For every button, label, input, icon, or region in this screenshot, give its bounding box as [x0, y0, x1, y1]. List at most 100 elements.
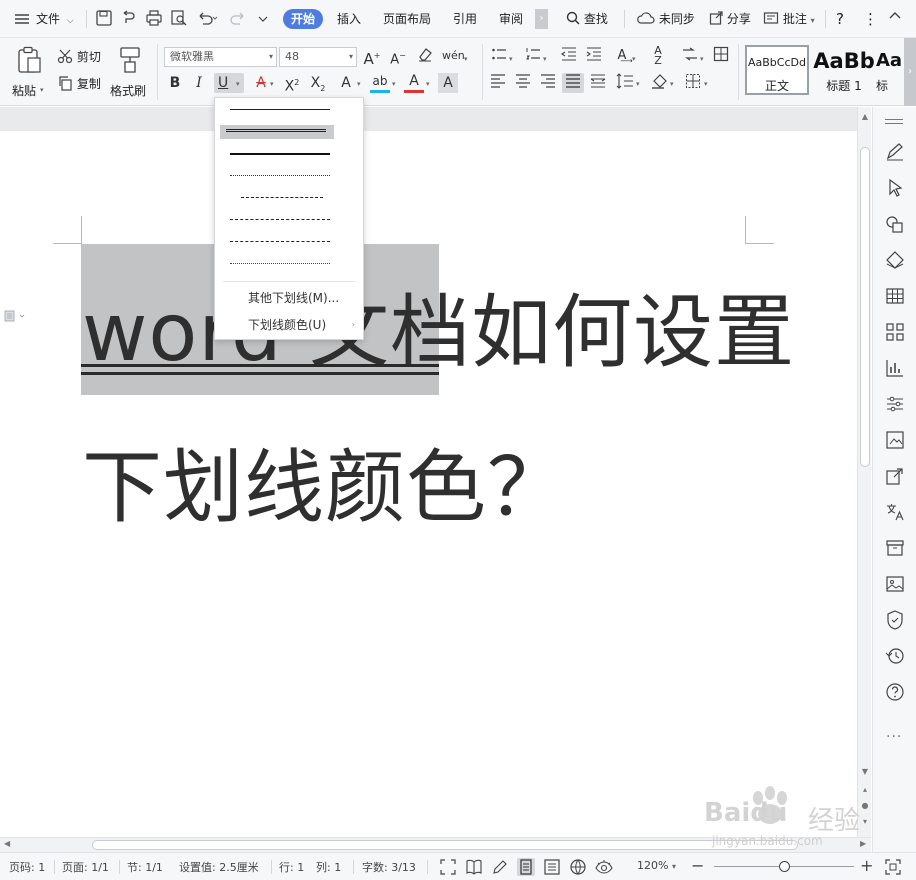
eye-protection-icon[interactable] — [595, 858, 613, 876]
write-mode-icon[interactable] — [491, 858, 509, 876]
tab-start[interactable]: 开始 — [283, 9, 324, 29]
grow-font-icon[interactable]: A+ — [362, 46, 382, 68]
reading-mode-icon[interactable] — [465, 858, 483, 876]
font-color-icon[interactable]: A — [404, 73, 424, 93]
align-center-icon[interactable] — [513, 73, 533, 93]
fit-window-icon[interactable] — [884, 858, 902, 876]
eraser-icon[interactable] — [415, 46, 435, 66]
zoom-out-button[interactable]: − — [691, 856, 704, 875]
tab-references[interactable]: 引用 — [453, 9, 477, 29]
tab-insert[interactable]: 插入 — [337, 9, 361, 29]
shrink-font-icon[interactable]: A− — [388, 46, 408, 67]
more-underlines-item[interactable]: 其他下划线(M)... — [215, 287, 363, 309]
superscript-icon[interactable]: X2 — [282, 73, 302, 95]
subscript-icon[interactable]: X2 — [308, 73, 328, 93]
help-icon[interactable]: ? — [836, 9, 844, 29]
chart-icon[interactable] — [884, 357, 906, 379]
strikethrough-icon[interactable]: A — [251, 73, 271, 93]
export-icon[interactable] — [120, 9, 140, 29]
numbered-list-icon[interactable] — [523, 46, 543, 66]
format-painter-button[interactable]: 格式刷 — [110, 44, 150, 100]
text-effect-icon[interactable]: A — [336, 73, 356, 93]
apps-grid-icon[interactable] — [884, 321, 906, 343]
customize-dropdown-icon[interactable] — [256, 9, 276, 29]
shapes-icon[interactable] — [884, 213, 906, 235]
bullet-list-icon[interactable] — [489, 46, 509, 66]
bold-icon[interactable]: B — [165, 73, 185, 93]
history-icon[interactable] — [884, 645, 906, 667]
status-setting[interactable]: 设置值: 2.5厘米 — [179, 859, 259, 875]
underline-option-dash-dot[interactable] — [225, 213, 330, 227]
copy-button[interactable]: 复制 — [57, 75, 101, 92]
sort-icon[interactable]: AZ — [648, 45, 668, 66]
layers-icon[interactable] — [884, 249, 906, 271]
chevron-right-icon[interactable]: › — [535, 9, 548, 29]
print-preview-icon[interactable] — [170, 9, 190, 29]
tab-review[interactable]: 审阅 — [499, 9, 523, 29]
find-button[interactable]: 查找 — [566, 9, 608, 29]
sync-status[interactable]: 未同步 — [637, 9, 695, 29]
tab-page-layout[interactable]: 页面布局 — [383, 9, 431, 29]
decrease-indent-icon[interactable] — [559, 46, 579, 66]
doc-title-line-2[interactable]: 下划线颜色？ — [82, 423, 568, 539]
zoom-in-button[interactable]: + — [860, 856, 873, 875]
outline-view-icon[interactable] — [543, 858, 561, 876]
undo-icon[interactable] — [196, 9, 218, 29]
vertical-scrollbar[interactable]: ▲ ▼ ▴ ● ▾ — [857, 107, 871, 837]
underline-option-wave[interactable] — [225, 257, 330, 271]
underline-option-dash-dot-dot[interactable] — [225, 235, 330, 249]
save-icon[interactable] — [95, 9, 115, 29]
highlight-icon[interactable]: ab — [370, 73, 390, 93]
sliders-icon[interactable] — [884, 393, 906, 415]
comment-button[interactable]: 批注 ▾ — [763, 9, 815, 29]
character-shading-icon[interactable]: A — [438, 73, 458, 93]
line-spacing-icon[interactable] — [615, 73, 635, 93]
zoom-level[interactable]: 120% ▾ — [637, 859, 676, 872]
increase-indent-icon[interactable] — [584, 46, 604, 66]
more-options-icon[interactable]: ⋮ — [863, 9, 878, 29]
align-left-icon[interactable] — [488, 73, 508, 93]
underline-option-dotted[interactable] — [225, 169, 330, 183]
pen-icon[interactable] — [884, 141, 906, 163]
shield-icon[interactable] — [884, 609, 906, 631]
hamburger-icon[interactable] — [14, 9, 30, 29]
web-view-icon[interactable] — [569, 858, 587, 876]
vertical-scroll-thumb[interactable] — [860, 147, 870, 467]
redo-icon[interactable] — [229, 9, 249, 29]
paragraph-handle-icon[interactable] — [4, 310, 26, 325]
underline-option-dashed[interactable] — [225, 191, 325, 205]
fullscreen-icon[interactable] — [439, 858, 457, 876]
paste-button[interactable]: 粘贴 ▾ — [12, 44, 46, 100]
style-heading-1[interactable]: AaBb 标题 1 — [812, 45, 876, 95]
status-column[interactable]: 列: 1 — [316, 859, 341, 875]
underline-option-double[interactable] — [220, 125, 334, 139]
scroll-up-icon[interactable]: ▲ — [858, 112, 872, 121]
status-page-number[interactable]: 页码: 1 — [9, 859, 45, 875]
status-page[interactable]: 页面: 1/1 — [62, 859, 109, 875]
style-heading-2[interactable]: Aa 标 — [876, 45, 904, 95]
table-icon[interactable] — [884, 285, 906, 307]
file-menu[interactable]: 文件 ⌵ — [36, 9, 74, 29]
help-circle-icon[interactable] — [884, 681, 906, 703]
styles-scroll-right-icon[interactable]: › — [904, 38, 916, 106]
share-button[interactable]: 分享 — [709, 9, 751, 29]
phonetic-guide-icon[interactable]: wén — [442, 46, 465, 66]
zoom-slider-knob[interactable] — [779, 861, 790, 872]
more-tools-icon[interactable]: ··· — [886, 729, 902, 745]
cut-button[interactable]: 剪切 — [57, 48, 101, 65]
scroll-down-icon[interactable]: ▼ — [858, 767, 872, 776]
picture-icon[interactable] — [884, 573, 906, 595]
scroll-left-icon[interactable]: ◀ — [4, 839, 10, 848]
underline-option-thick[interactable] — [225, 147, 330, 161]
collapse-ribbon-icon[interactable] — [888, 9, 902, 29]
text-direction-icon[interactable]: A͢ — [612, 46, 632, 66]
justify-icon[interactable] — [562, 73, 584, 93]
table-border-icon[interactable] — [711, 46, 731, 66]
show-marks-icon[interactable] — [680, 46, 700, 66]
print-icon[interactable] — [145, 9, 165, 29]
style-normal[interactable]: AaBbCcDd 正文 — [745, 45, 809, 95]
export-share-icon[interactable] — [884, 465, 906, 487]
paragraph-shading-icon[interactable] — [650, 73, 670, 93]
underline-color-item[interactable]: 下划线颜色(U) › — [215, 314, 363, 336]
horizontal-scroll-thumb[interactable] — [92, 840, 798, 850]
